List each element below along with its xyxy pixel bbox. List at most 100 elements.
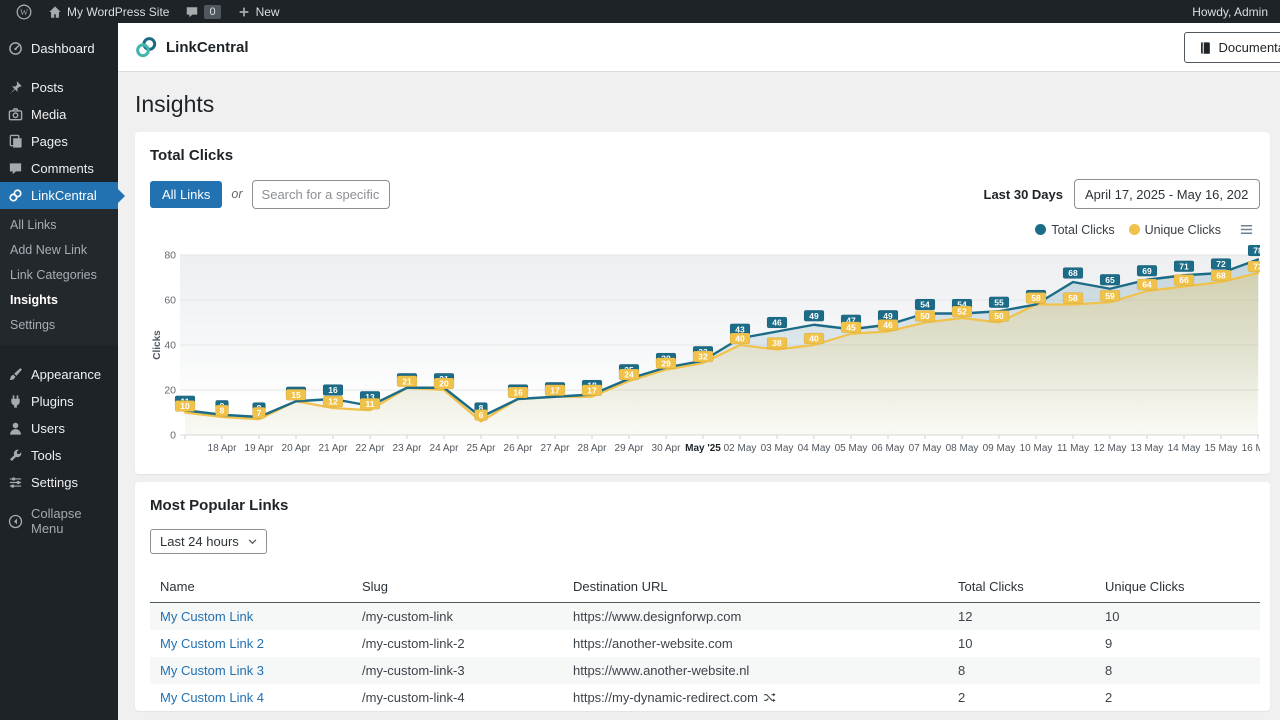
sidebar-item-pages[interactable]: Pages — [0, 128, 118, 155]
chart-legend: Total Clicks Unique Clicks — [150, 222, 1260, 237]
link-name[interactable]: My Custom Link 2 — [160, 636, 264, 651]
svg-text:20: 20 — [439, 379, 449, 389]
svg-text:06 May: 06 May — [872, 443, 905, 454]
wp-admin-menu: Dashboard Posts Media Pages Comments LinkCent… — [0, 23, 118, 720]
link-slug: /my-custom-link — [352, 603, 563, 631]
sidebar-item-label: Media — [31, 107, 66, 122]
svg-text:46: 46 — [883, 320, 893, 330]
link-slug: /my-custom-link-2 — [352, 630, 563, 657]
svg-text:Clicks: Clicks — [152, 330, 163, 360]
sidebar-item-appearance[interactable]: Appearance — [0, 361, 118, 388]
wp-admin-bar: W My WordPress Site 0 New Howdy, Admin — [0, 0, 1280, 23]
svg-text:May '25: May '25 — [685, 443, 721, 454]
sidebar-item-posts[interactable]: Posts — [0, 74, 118, 101]
date-range-group: Last 30 Days — [984, 179, 1261, 209]
sidebar-item-label: Settings — [31, 475, 78, 490]
svg-text:40: 40 — [164, 340, 176, 352]
comments-shortcut[interactable]: 0 — [177, 0, 228, 23]
sidebar-item-label: Appearance — [31, 367, 101, 382]
link-destination: https://www.another-website.nl — [563, 657, 948, 684]
svg-text:02 May: 02 May — [724, 443, 757, 454]
user-icon — [8, 421, 23, 436]
book-icon — [1198, 41, 1212, 55]
svg-text:30 Apr: 30 Apr — [652, 443, 682, 454]
sidebar-item-media[interactable]: Media — [0, 101, 118, 128]
svg-text:08 May: 08 May — [946, 443, 979, 454]
popular-links-table: NameSlugDestination URLTotal ClicksUniqu… — [150, 571, 1260, 711]
link-unique-clicks: 10 — [1095, 603, 1260, 631]
sidebar-item-label: Posts — [31, 80, 64, 95]
site-name-link[interactable]: My WordPress Site — [40, 0, 177, 23]
svg-text:21 Apr: 21 Apr — [319, 443, 349, 454]
link-total-clicks: 12 — [948, 603, 1095, 631]
page-title: Insights — [118, 72, 1280, 132]
submenu-item-settings[interactable]: Settings — [0, 313, 118, 338]
comment-icon — [8, 161, 23, 176]
link-slug: /my-custom-link-4 — [352, 684, 563, 711]
collapse-icon — [8, 514, 23, 529]
total-clicks-card: Total Clicks All Links or Last 30 Days T… — [135, 132, 1270, 474]
sidebar-item-label: Collapse Menu — [31, 506, 110, 536]
svg-text:27 Apr: 27 Apr — [541, 443, 571, 454]
svg-text:52: 52 — [957, 307, 967, 317]
link-search-input[interactable] — [252, 180, 390, 209]
column-header-name: Name — [150, 571, 352, 603]
sidebar-item-settings[interactable]: Settings — [0, 469, 118, 496]
wp-logo-menu[interactable]: W — [8, 0, 40, 23]
svg-text:28 Apr: 28 Apr — [578, 443, 608, 454]
link-icon — [8, 188, 23, 203]
sidebar-item-users[interactable]: Users — [0, 415, 118, 442]
total-clicks-heading: Total Clicks — [150, 147, 1260, 164]
link-name[interactable]: My Custom Link 3 — [160, 663, 264, 678]
gauge-icon — [8, 41, 23, 56]
link-name[interactable]: My Custom Link 4 — [160, 690, 264, 705]
column-header-slug: Slug — [352, 571, 563, 603]
svg-text:12 May: 12 May — [1094, 443, 1127, 454]
submenu-item-add-new-link[interactable]: Add New Link — [0, 238, 118, 263]
link-unique-clicks: 2 — [1095, 684, 1260, 711]
submenu-item-link-categories[interactable]: Link Categories — [0, 263, 118, 288]
link-name[interactable]: My Custom Link — [160, 609, 253, 624]
sidebar-item-dashboard[interactable]: Dashboard — [0, 35, 118, 62]
documentation-label: Documentation — [1219, 40, 1280, 55]
sidebar-item-plugins[interactable]: Plugins — [0, 388, 118, 415]
svg-text:58: 58 — [1068, 293, 1078, 303]
sliders-icon — [8, 475, 23, 490]
legend-item-total-clicks[interactable]: Total Clicks — [1035, 223, 1114, 237]
svg-text:80: 80 — [164, 250, 176, 262]
link-unique-clicks: 8 — [1095, 657, 1260, 684]
svg-text:11: 11 — [366, 399, 375, 409]
svg-text:15 May: 15 May — [1205, 443, 1238, 454]
svg-text:09 May: 09 May — [983, 443, 1016, 454]
svg-text:03 May: 03 May — [761, 443, 794, 454]
legend-item-unique-clicks[interactable]: Unique Clicks — [1129, 223, 1221, 237]
main-content: LinkCentral Documentation Insights Total… — [118, 0, 1280, 711]
sidebar-item-comments[interactable]: Comments — [0, 155, 118, 182]
svg-text:24: 24 — [624, 370, 634, 380]
howdy-admin-menu[interactable]: Howdy, Admin — [1192, 5, 1272, 19]
svg-text:32: 32 — [698, 352, 708, 362]
chart-menu-icon[interactable] — [1239, 222, 1254, 237]
media-icon — [8, 107, 23, 122]
date-range-input[interactable] — [1074, 179, 1260, 209]
plus-icon — [237, 5, 251, 19]
link-total-clicks: 8 — [948, 657, 1095, 684]
svg-text:49: 49 — [809, 311, 819, 321]
sidebar-item-collapse[interactable]: Collapse Menu — [0, 500, 118, 542]
sidebar-item-label: Comments — [31, 161, 94, 176]
sidebar-item-tools[interactable]: Tools — [0, 442, 118, 469]
submenu-item-all-links[interactable]: All Links — [0, 213, 118, 238]
documentation-button[interactable]: Documentation — [1184, 32, 1280, 63]
linkcentral-logo-icon — [135, 36, 157, 58]
period-selector[interactable]: Last 24 hours — [150, 529, 267, 554]
svg-text:21: 21 — [402, 376, 412, 386]
svg-text:W: W — [20, 7, 28, 17]
svg-text:22 Apr: 22 Apr — [356, 443, 386, 454]
all-links-button[interactable]: All Links — [150, 181, 222, 208]
sidebar-item-linkcentral[interactable]: LinkCentral — [0, 182, 118, 209]
svg-text:20 Apr: 20 Apr — [282, 443, 312, 454]
legend-dot — [1129, 224, 1140, 235]
svg-text:38: 38 — [772, 338, 782, 348]
submenu-item-insights[interactable]: Insights — [0, 288, 118, 313]
new-content-menu[interactable]: New — [229, 0, 288, 23]
